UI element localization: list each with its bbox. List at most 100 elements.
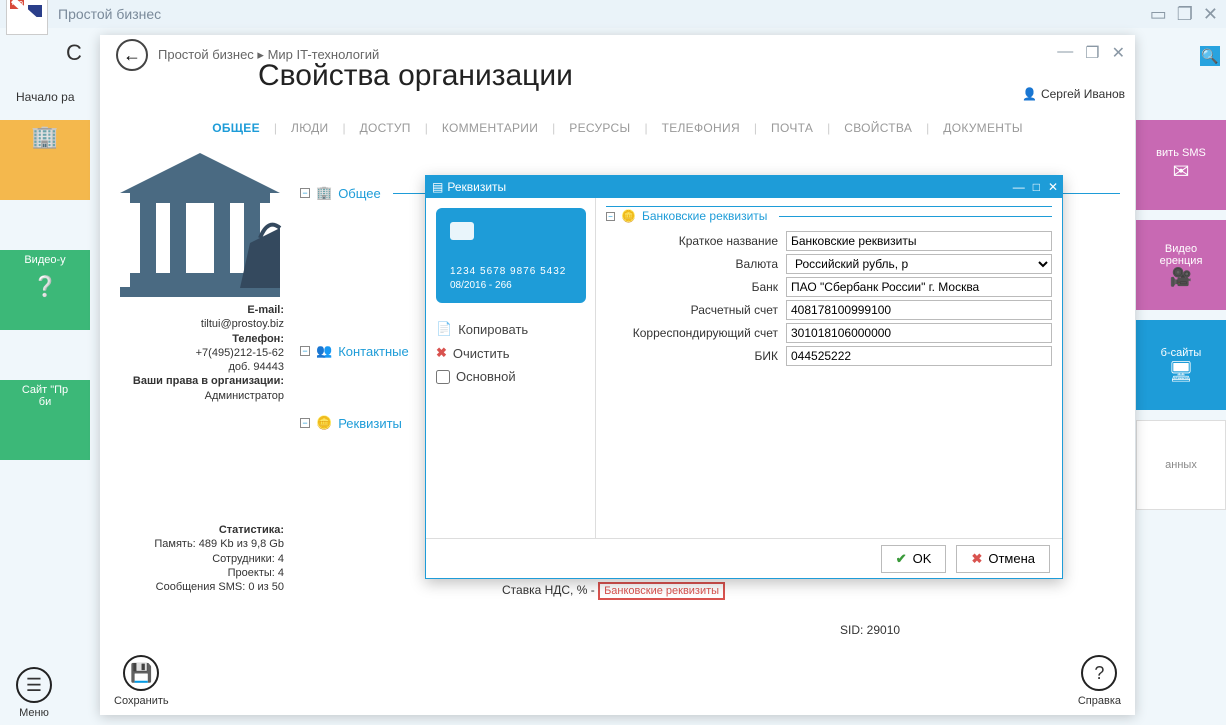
tab-документы[interactable]: ДОКУМЕНТЫ [943, 121, 1023, 135]
left-column: E-mail: tiltui@prostoy.biz Телефон: +7(4… [100, 135, 300, 603]
phone-value-1: +7(495)212-15-62 [116, 346, 284, 360]
tab-телефония[interactable]: ТЕЛЕФОНИЯ [662, 121, 740, 135]
row-currency: Валюта Российский рубль, р [606, 254, 1052, 274]
breadcrumb: Простой бизнес ▸ Мир IT-технологий [158, 47, 379, 63]
outer-close-icon[interactable]: ✕ [1203, 4, 1218, 25]
left-tile-video-tut[interactable]: Видео-у ❔ [0, 250, 90, 330]
tab-почта[interactable]: ПОЧТА [771, 121, 813, 135]
menu-icon[interactable]: ☰ [16, 667, 52, 703]
bank-requisites-button[interactable]: Банковские реквизиты [598, 582, 725, 600]
tile-sites[interactable]: б-сайты🖥 [1136, 320, 1226, 410]
bank-card: 1234 5678 9876 5432 08/2016 - 266 [436, 208, 586, 303]
input-bank[interactable] [786, 277, 1052, 297]
copy-icon: 📄 [436, 321, 452, 337]
row-account: Расчетный счет [606, 300, 1052, 320]
tile-data[interactable]: анных [1136, 420, 1226, 510]
copy-action[interactable]: 📄 Копировать [436, 321, 585, 337]
save-button-wrap: 💾 Сохранить [114, 655, 169, 707]
collapse-icon[interactable]: − [300, 346, 310, 356]
breadcrumb-b[interactable]: Мир IT-технологий [268, 47, 380, 62]
outer-custom-icon[interactable]: ▭ [1150, 4, 1167, 25]
tab-свойства[interactable]: СВОЙСТВА [844, 121, 912, 135]
row-corr: Корреспондирующий счет [606, 323, 1052, 343]
current-user[interactable]: 👤 Сергей Иванов [1022, 87, 1125, 101]
sub-close-icon[interactable]: ✕ [1048, 180, 1058, 194]
sub-minimize-icon[interactable]: — [1013, 180, 1025, 194]
input-short-name[interactable] [786, 231, 1052, 251]
ok-button[interactable]: ✔OK [881, 545, 947, 573]
input-corr[interactable] [786, 323, 1052, 343]
tab-общее[interactable]: ОБЩЕЕ [212, 121, 260, 135]
vat-row: Ставка НДС, % - Банковские реквизиты [502, 583, 725, 597]
clear-action[interactable]: ✖ Очистить [436, 345, 585, 361]
sub-maximize-icon[interactable]: □ [1033, 180, 1040, 194]
requisites-dialog: ▤ Реквизиты — □ ✕ 1234 5678 9876 5432 08… [425, 175, 1063, 579]
sub-dialog-body: 1234 5678 9876 5432 08/2016 - 266 📄 Копи… [426, 198, 1062, 538]
group-general-label: Общее [338, 186, 381, 201]
bank-icon [110, 143, 290, 303]
save-button[interactable]: 💾 [123, 655, 159, 691]
outer-restore-icon[interactable]: ❐ [1177, 4, 1193, 25]
collapse-icon[interactable]: − [300, 188, 310, 198]
tile-label: вить SMS [1156, 147, 1206, 159]
cancel-button[interactable]: ✖Отмена [956, 545, 1050, 573]
outer-truncated-text: С [66, 40, 82, 66]
email-label: E-mail: [116, 303, 284, 317]
tab-separator: | [827, 121, 830, 135]
tab-separator: | [425, 121, 428, 135]
stats-label: Статистика: [116, 523, 284, 537]
tab-separator: | [274, 121, 277, 135]
label-short-name: Краткое название [606, 234, 786, 248]
label-bank: Банк [606, 280, 786, 294]
back-button[interactable]: ← [116, 39, 148, 71]
main-checkbox-row[interactable]: Основной [436, 369, 585, 384]
sid-value: SID: 29010 [840, 623, 900, 637]
tab-доступ[interactable]: ДОСТУП [360, 121, 411, 135]
modal-close-icon[interactable]: ✕ [1112, 43, 1125, 63]
tab-комментарии[interactable]: КОММЕНТАРИИ [442, 121, 538, 135]
left-tile-1[interactable]: 🏢 [0, 120, 90, 200]
breadcrumb-a[interactable]: Простой бизнес [158, 47, 254, 62]
tile-label: анных [1165, 459, 1197, 471]
tile-label: Видео-у [24, 254, 65, 266]
main-checkbox[interactable] [436, 370, 450, 384]
outer-window-controls: ▭ ❐ ✕ [1150, 4, 1218, 25]
label-account: Расчетный счет [606, 303, 786, 317]
search-button[interactable]: 🔍 [1200, 46, 1220, 66]
user-icon: 👤 [1022, 87, 1037, 101]
logo-placeholder: PRO [6, 0, 48, 35]
fieldset-header[interactable]: − 🪙 Банковские реквизиты [606, 206, 1052, 223]
email-value: tiltui@prostoy.biz [116, 317, 284, 331]
group-requisites-label: Реквизиты [338, 416, 402, 431]
select-currency[interactable]: Российский рубль, р [786, 254, 1052, 274]
tab-separator: | [552, 121, 555, 135]
app-logo: PRO [6, 0, 48, 35]
stat-sms: Сообщения SMS: 0 из 50 [116, 580, 284, 594]
sub-dialog-title: Реквизиты [447, 180, 506, 194]
check-icon: ✔ [896, 551, 907, 567]
modal-minimize-icon[interactable]: — [1057, 43, 1073, 63]
sub-dialog-controls: — □ ✕ [1013, 180, 1058, 194]
modal-restore-icon[interactable]: ❐ [1085, 43, 1099, 63]
right-tiles: вить SMS✉ Видео еренция🎥 б-сайты🖥 анных [1136, 120, 1226, 520]
modal-window-controls: — ❐ ✕ [1057, 43, 1125, 63]
help-button-wrap: ? Справка [1078, 655, 1121, 707]
coins-icon: 🪙 [621, 209, 636, 223]
collapse-icon[interactable]: − [300, 418, 310, 428]
menu-label: Меню [19, 707, 49, 719]
help-button[interactable]: ? [1081, 655, 1117, 691]
input-account[interactable] [786, 300, 1052, 320]
tile-video-conf[interactable]: Видео еренция🎥 [1136, 220, 1226, 310]
chip-icon [450, 222, 474, 240]
tile-label: Сайт "Пр би [22, 384, 68, 408]
tile-sms[interactable]: вить SMS✉ [1136, 120, 1226, 210]
input-bik[interactable] [786, 346, 1052, 366]
sub-right-panel: − 🪙 Банковские реквизиты Краткое названи… [596, 198, 1062, 538]
sub-dialog-footer: ✔OK ✖Отмена [426, 538, 1062, 578]
label-bik: БИК [606, 349, 786, 363]
left-tile-site[interactable]: Сайт "Пр би [0, 380, 90, 460]
collapse-icon[interactable]: − [606, 212, 615, 221]
tab-ресурсы[interactable]: РЕСУРСЫ [569, 121, 630, 135]
tab-люди[interactable]: ЛЮДИ [291, 121, 328, 135]
rights-value: Администратор [116, 389, 284, 403]
